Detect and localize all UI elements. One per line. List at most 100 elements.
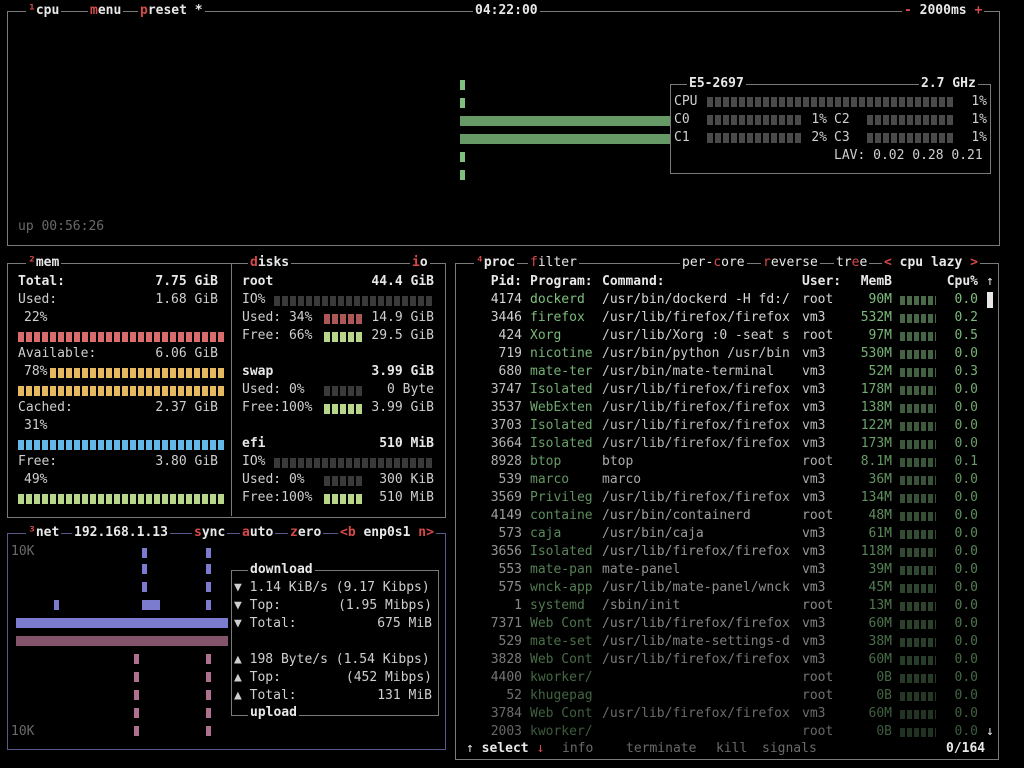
- proc-pid: 3569: [490, 490, 522, 505]
- proc-cpu: 0.0: [954, 634, 978, 649]
- header-cpu[interactable]: Cpu%: [938, 273, 978, 291]
- header-program[interactable]: Program:: [530, 273, 593, 291]
- proc-pid: 4149: [490, 508, 522, 523]
- proc-cpu: 0.0: [954, 418, 978, 433]
- proc-mem-meter: [900, 656, 936, 665]
- proc-row[interactable]: 573 caja/usr/bin/caja vm3 61M 0.0: [456, 525, 986, 543]
- proc-program: Web Cont: [530, 616, 593, 631]
- tree-toggle[interactable]: tree: [834, 255, 870, 271]
- proc-program: mate-ter: [530, 364, 593, 379]
- proc-program: marco: [530, 472, 570, 487]
- kill-button[interactable]: kill: [716, 741, 748, 757]
- proc-mem-meter: [900, 692, 936, 701]
- proc-mem: 134M: [860, 490, 892, 505]
- proc-mem: 48M: [868, 508, 892, 523]
- proc-row[interactable]: 424 Xorg/usr/lib/Xorg :0 -seat s root 97M 0.…: [456, 327, 986, 345]
- proc-mem-meter: [900, 620, 936, 629]
- refresh-rate[interactable]: - 2000ms +: [902, 3, 985, 19]
- cpu-total-meter: [707, 97, 955, 107]
- proc-row[interactable]: 539 marco marco vm3 36M 0.0: [456, 471, 986, 489]
- proc-cpu: 0.0: [954, 688, 978, 703]
- info-button[interactable]: info: [562, 741, 594, 757]
- proc-mem-meter: [900, 314, 936, 323]
- proc-pid: 3784: [490, 706, 522, 721]
- proc-mem-meter: [900, 386, 936, 395]
- disks-title[interactable]: disks: [248, 255, 292, 271]
- proc-row[interactable]: 529 mate-set/usr/lib/mate-settings-d vm3 38…: [456, 633, 986, 651]
- proc-row[interactable]: 4400 kworker/root 0B 0.0: [456, 669, 986, 687]
- sync-toggle[interactable]: sync: [192, 525, 228, 541]
- proc-pid: 3747: [490, 382, 522, 397]
- header-mem[interactable]: MemB: [852, 273, 892, 291]
- menu-button[interactable]: menu: [88, 3, 124, 19]
- proc-row[interactable]: 3784 Web Cont/usr/lib/firefox/firefox vm3 6…: [456, 705, 986, 723]
- proc-mem-meter: [900, 710, 936, 719]
- cpu-title[interactable]: ¹cpu: [26, 3, 62, 19]
- proc-cpu: 0.0: [954, 400, 978, 415]
- header-pid[interactable]: Pid:: [476, 273, 522, 291]
- scroll-up-icon[interactable]: ↑: [986, 273, 994, 291]
- mem-box: ²mem Total: 7.75 GiB Used: 1.68 GiB 22% …: [7, 255, 446, 518]
- proc-row[interactable]: 7371 Web Cont/usr/lib/firefox/firefox vm3 6…: [456, 615, 986, 633]
- header-command[interactable]: Command:: [602, 273, 665, 291]
- net-title[interactable]: ³net: [26, 525, 62, 541]
- proc-mem-meter: [900, 296, 936, 305]
- net-stats-box: download ▼ 1.14 KiB/s (9.17 Kibps) ▼ Top…: [231, 562, 439, 721]
- proc-row[interactable]: 3446 firefox/usr/lib/firefox/firefox vm3 53…: [456, 309, 986, 327]
- proc-mem: 122M: [860, 418, 892, 433]
- interface-selector[interactable]: <b enp0s1 n>: [338, 525, 436, 541]
- proc-row[interactable]: 575 wnck-app/usr/lib/mate-panel/wnck vm3 45…: [456, 579, 986, 597]
- proc-user: vm3: [802, 418, 826, 433]
- proc-command: /sbin/init: [602, 598, 681, 613]
- scrollbar-thumb[interactable]: [987, 292, 993, 308]
- proc-title[interactable]: ⁴proc: [474, 255, 518, 271]
- zero-toggle[interactable]: zero: [288, 525, 324, 541]
- proc-row[interactable]: 3569 Privileg/usr/lib/firefox/firefox vm3 1…: [456, 489, 986, 507]
- per-core-toggle[interactable]: per-core: [680, 255, 747, 271]
- signals-button[interactable]: signals: [762, 741, 817, 757]
- proc-row[interactable]: 719 nicotine/usr/bin/python /usr/bin vm3 53…: [456, 345, 986, 363]
- proc-row[interactable]: 3537 WebExten/usr/lib/firefox/firefox vm3 1…: [456, 399, 986, 417]
- proc-mem: 532M: [860, 310, 892, 325]
- proc-row[interactable]: 4174 dockerd/usr/bin/dockerd -H fd:/ root 9…: [456, 291, 986, 309]
- mem-used-label: Used:: [18, 292, 58, 307]
- sort-selector[interactable]: < cpu lazy >: [882, 255, 980, 271]
- auto-toggle[interactable]: auto: [240, 525, 276, 541]
- header-user[interactable]: User:: [802, 273, 841, 291]
- mem-used-value: 1.68 GiB: [155, 292, 218, 307]
- proc-row[interactable]: 52 khugepag root 0B 0.0: [456, 687, 986, 705]
- proc-row[interactable]: 3656 Isolated/usr/lib/firefox/firefox vm3 1…: [456, 543, 986, 561]
- proc-row[interactable]: 2003 kworker/root 0B 0.0: [456, 723, 986, 741]
- proc-user: root: [802, 688, 834, 703]
- proc-cpu: 0.0: [954, 508, 978, 523]
- proc-cpu: 0.1: [954, 454, 978, 469]
- proc-pid: 3537: [490, 400, 522, 415]
- proc-cpu: 0.0: [954, 652, 978, 667]
- proc-row[interactable]: 553 mate-pan mate-panel vm3 39M 0.0: [456, 561, 986, 579]
- proc-row[interactable]: 4149 containe/usr/bin/containerd root 48M 0.…: [456, 507, 986, 525]
- terminate-button[interactable]: terminate: [626, 741, 697, 757]
- proc-cpu: 0.0: [954, 292, 978, 307]
- preset-button[interactable]: preset *: [138, 3, 205, 19]
- scroll-down-icon[interactable]: ↓: [986, 723, 994, 741]
- proc-mem: 13M: [868, 598, 892, 613]
- proc-row[interactable]: 1 systemd/sbin/init root 13M 0.0: [456, 597, 986, 615]
- disk-efi-size: 510 MiB: [379, 436, 434, 451]
- proc-row[interactable]: 3828 Web Cont/usr/lib/firefox/firefox vm3 6…: [456, 651, 986, 669]
- proc-row[interactable]: 3703 Isolated/usr/lib/firefox/firefox vm3 1…: [456, 417, 986, 435]
- select-control[interactable]: ↑ select ↓: [466, 741, 545, 757]
- proc-command: /usr/lib/firefox/firefox: [602, 310, 790, 325]
- mem-cached-value: 2.37 GiB: [155, 400, 218, 415]
- proc-row[interactable]: 3664 Isolated/usr/lib/firefox/firefox vm3 1…: [456, 435, 986, 453]
- proc-user: vm3: [802, 544, 826, 559]
- reverse-toggle[interactable]: reverse: [761, 255, 820, 271]
- filter-button[interactable]: filter: [528, 255, 579, 271]
- io-toggle[interactable]: io: [410, 255, 430, 271]
- disk-root-io-label: IO%: [242, 292, 266, 307]
- proc-row[interactable]: 8928 btop btop root 8.1M 0.1: [456, 453, 986, 471]
- mem-title[interactable]: ²mem: [26, 255, 62, 271]
- proc-mem-meter: [900, 332, 936, 341]
- proc-row[interactable]: 3747 Isolated/usr/lib/firefox/firefox vm3 1…: [456, 381, 986, 399]
- disk-efi-name: efi: [242, 436, 266, 451]
- proc-row[interactable]: 680 mate-ter/usr/bin/mate-terminal vm3 52M 0…: [456, 363, 986, 381]
